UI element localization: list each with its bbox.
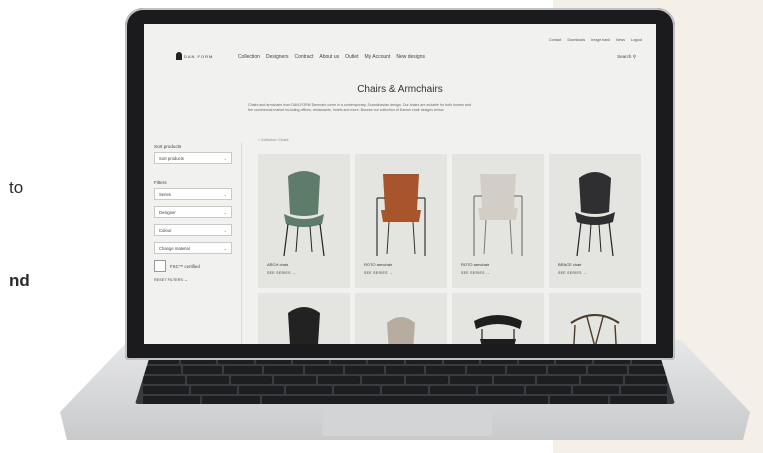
breadcrumb[interactable]: < Collection / Chairs	[258, 138, 288, 142]
top-link-logout[interactable]: Logout	[631, 38, 642, 42]
filter-series[interactable]: Series ⌄	[154, 188, 232, 200]
product-name: ARCH chair	[267, 262, 289, 267]
product-card[interactable]	[258, 293, 350, 344]
chair-image	[288, 307, 320, 344]
see-series-link[interactable]: SEE SERIES →	[461, 271, 490, 275]
intro-line-2: the commercial market including offices,…	[248, 108, 445, 112]
chair-image	[473, 174, 523, 256]
chair-image	[474, 315, 522, 344]
chair-image	[387, 317, 415, 344]
reset-filters-link[interactable]: RESET FILTERS →	[154, 278, 232, 282]
fsc-filter: FSC™ certified	[154, 260, 232, 272]
page-title: Chairs & Armchairs	[357, 84, 443, 95]
main-nav: Collection Designers Contract About us O…	[238, 54, 425, 60]
product-card[interactable]: ARCH chair SEE SERIES →	[258, 154, 350, 288]
filter-designer[interactable]: Designer ⌄	[154, 206, 232, 218]
chair-image	[283, 171, 325, 257]
side-text-1: to	[9, 178, 24, 197]
product-grid: ARCH chair SEE SERIES → ROTO armchair SE…	[258, 154, 641, 344]
product-card[interactable]: BRACE chair SEE SERIES →	[549, 154, 641, 288]
top-link-downloads[interactable]: Downloads	[567, 38, 585, 42]
top-link-contact[interactable]: Contact	[549, 38, 561, 42]
top-link-news[interactable]: News	[616, 38, 625, 42]
search-label: Search	[617, 54, 632, 59]
chevron-down-icon: ⌄	[223, 227, 227, 233]
logo-text: DAN FORM	[184, 53, 214, 59]
sidebar-divider	[241, 142, 242, 344]
chevron-down-icon: ⌄	[223, 245, 227, 251]
see-series-link[interactable]: SEE SERIES →	[267, 271, 296, 275]
product-card[interactable]: ROTO armchair SEE SERIES →	[452, 154, 544, 288]
product-card[interactable]	[549, 293, 641, 344]
chevron-down-icon: ⌄	[223, 155, 227, 161]
nav-about-us[interactable]: About us	[319, 54, 339, 60]
filter-designer-label: Designer	[159, 209, 176, 215]
side-text-2: nd	[9, 271, 30, 290]
chevron-down-icon: ⌄	[223, 209, 227, 215]
chair-image	[376, 174, 426, 256]
product-card[interactable]	[452, 293, 544, 344]
filter-colour-label: Colour	[159, 227, 172, 233]
top-links: Contact Downloads Image bank News Logout	[549, 38, 642, 42]
chair-image	[575, 172, 615, 257]
fsc-checkbox[interactable]	[154, 260, 166, 272]
filter-change-material[interactable]: Change material ⌄	[154, 242, 232, 254]
see-series-link[interactable]: SEE SERIES →	[364, 271, 393, 275]
fsc-checkbox-label: FSC™ certified	[170, 263, 200, 269]
filter-change-material-label: Change material	[159, 245, 190, 251]
filter-series-label: Series	[159, 191, 171, 197]
nav-contract[interactable]: Contract	[294, 54, 313, 60]
product-name: ROTO armchair	[461, 262, 490, 267]
product-card[interactable]: ROTO armchair SEE SERIES →	[355, 154, 447, 288]
nav-outlet[interactable]: Outlet	[345, 54, 358, 60]
filter-colour[interactable]: Colour ⌄	[154, 224, 232, 236]
logo[interactable]: DAN FORM	[176, 52, 213, 60]
sort-select-value: Sort products	[159, 155, 184, 161]
filters-label: Filters	[154, 180, 167, 185]
nav-new-designs[interactable]: New designs	[396, 54, 425, 60]
chevron-down-icon: ⌄	[223, 191, 227, 197]
product-name: BRACE chair	[558, 262, 582, 267]
chair-image	[570, 314, 620, 344]
top-link-image-bank[interactable]: Image bank	[591, 38, 610, 42]
sort-label: Sort products	[154, 144, 182, 149]
nav-designers[interactable]: Designers	[266, 54, 289, 60]
search-icon: ⚲	[632, 54, 636, 59]
product-name: ROTO armchair	[364, 262, 393, 267]
laptop-trackpad	[322, 410, 492, 436]
sort-select[interactable]: Sort products ⌄	[154, 152, 232, 164]
logo-chair-icon	[176, 52, 182, 60]
product-card[interactable]	[355, 293, 447, 344]
nav-collection[interactable]: Collection	[238, 54, 260, 60]
intro-text: Chairs and armchairs from DAN-FORM Denma…	[248, 103, 578, 113]
nav-my-account[interactable]: My Account	[364, 54, 390, 60]
filter-sidebar: Sort products Sort products ⌄ Filters Se…	[154, 144, 232, 282]
website-screen: Contact Downloads Image bank News Logout…	[144, 24, 656, 344]
search-button[interactable]: Search ⚲	[617, 54, 636, 60]
see-series-link[interactable]: SEE SERIES →	[558, 271, 587, 275]
